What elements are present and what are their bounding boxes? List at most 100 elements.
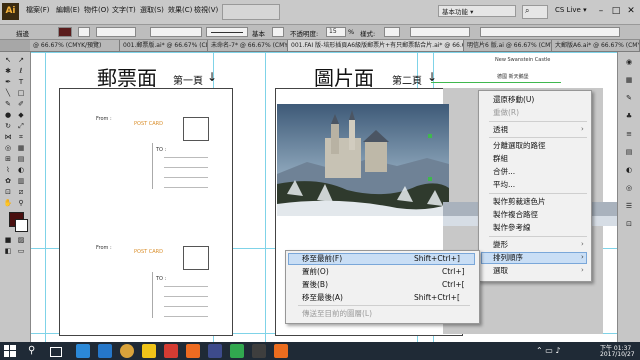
menu-item-group[interactable]: 群組 <box>493 153 508 164</box>
menu-item-release-path[interactable]: 分離選取的路徑 <box>493 140 546 151</box>
menu-item-clipping-mask[interactable]: 製作剪裁遮色片 <box>493 196 546 207</box>
tab-doc-4[interactable]: 001.FAI 版-培形插頁A6級版郵票片+有只郵票黏合片.ai* @ 66.6… <box>288 40 464 51</box>
shape-builder-icon[interactable]: ◎ <box>2 144 14 153</box>
align-controls[interactable] <box>410 27 470 37</box>
layers-panel-icon[interactable]: ☰ <box>623 202 635 211</box>
type-tool-icon[interactable]: T <box>15 78 27 87</box>
menu-view[interactable]: 檢視(V) <box>194 5 218 15</box>
tab-doc-5[interactable]: 明信片6 版.ai @ 66.67% (CMYK/預覽) <box>464 40 552 51</box>
slice-tool-icon[interactable]: ⧄ <box>15 188 27 197</box>
blend-tool-icon[interactable]: ◐ <box>15 166 27 175</box>
stroke-swatch[interactable] <box>78 27 90 37</box>
transparency-panel-icon[interactable]: ◐ <box>623 166 635 175</box>
style-swatch[interactable] <box>272 27 284 37</box>
gradient-tool-icon[interactable]: ▤ <box>15 155 27 164</box>
search-field[interactable]: ⌕ <box>522 5 548 19</box>
workspace-switcher[interactable]: 基本功能 ▾ <box>438 5 516 17</box>
scale-tool-icon[interactable]: ⤢ <box>15 122 27 131</box>
app-orange-icon[interactable] <box>274 344 288 358</box>
mesh-tool-icon[interactable]: ⊞ <box>2 155 14 164</box>
cs-live-button[interactable]: CS Live ▾ <box>555 6 587 14</box>
brush-field[interactable] <box>206 27 248 37</box>
minimize-button[interactable]: – <box>594 4 608 18</box>
screen-mode-icon[interactable]: ▭ <box>15 247 27 256</box>
rectangle-tool-icon[interactable]: □ <box>15 89 27 98</box>
menu-item-select[interactable]: 選取 <box>493 265 508 276</box>
stamp-artboard[interactable]: From : POST CARD TO : From : POST CARD T… <box>59 88 233 336</box>
menu-item-make-guides[interactable]: 製作參考線 <box>493 222 531 233</box>
appearance-panel-icon[interactable]: ◎ <box>623 184 635 193</box>
blob-brush-icon[interactable]: ● <box>2 111 14 120</box>
close-button[interactable]: ✕ <box>624 4 638 18</box>
tab-doc-6[interactable]: 大郵版A6.ai* @ 66.67% (CMYK/預覽) <box>552 40 640 51</box>
graph-tool-icon[interactable]: ▥ <box>15 177 27 186</box>
menu-item-transform[interactable]: 變形 <box>493 239 508 250</box>
artboard-tool-icon[interactable]: ⊡ <box>2 188 14 197</box>
rotate-tool-icon[interactable]: ↻ <box>2 122 14 131</box>
menu-item-average[interactable]: 平均... <box>493 179 515 190</box>
task-view-icon[interactable] <box>50 347 62 357</box>
eyedropper-icon[interactable]: ⌇ <box>2 166 14 175</box>
menu-item-send-backward[interactable]: 置後(B) <box>302 279 328 290</box>
edge-icon[interactable] <box>76 344 90 358</box>
menu-effect[interactable]: 效果(C) <box>168 5 192 15</box>
app-dark-icon[interactable] <box>252 344 266 358</box>
transform-controls[interactable] <box>480 27 620 37</box>
menu-object[interactable]: 物件(O) <box>84 5 109 15</box>
symbols-panel-icon[interactable]: ♣ <box>623 112 635 121</box>
pen-tool-icon[interactable]: ✒ <box>2 78 14 87</box>
app-red-icon[interactable] <box>164 344 178 358</box>
gradient-panel-icon[interactable]: ▤ <box>623 148 635 157</box>
menu-item-join[interactable]: 合併... <box>493 166 515 177</box>
artboards-panel-icon[interactable]: ⊡ <box>623 220 635 229</box>
app-green-icon[interactable] <box>230 344 244 358</box>
menu-item-perspective[interactable]: 透視 <box>493 124 508 135</box>
menu-select[interactable]: 選取(S) <box>140 5 164 15</box>
color-mode-icon[interactable]: ■ <box>2 236 14 245</box>
width-tool-icon[interactable]: ⋈ <box>2 133 14 142</box>
fill-swatch[interactable] <box>58 27 72 37</box>
menu-item-bring-to-front[interactable]: 移至最前(F) <box>302 253 342 264</box>
selection-handle[interactable] <box>428 177 432 181</box>
variable-width-field[interactable] <box>150 27 202 37</box>
perspective-grid-icon[interactable]: ▦ <box>15 144 27 153</box>
menu-item-bring-forward[interactable]: 置前(O) <box>302 266 329 277</box>
draw-mode-icon[interactable]: ◧ <box>2 247 14 256</box>
zoom-tool-icon[interactable]: ⚲ <box>15 199 27 208</box>
hand-tool-icon[interactable]: ✋ <box>2 199 14 208</box>
swatches-panel-icon[interactable]: ▦ <box>623 76 635 85</box>
tab-doc-1[interactable]: @ 66.67% (CMYK/預覽) <box>30 40 120 51</box>
tab-doc-3[interactable]: 未命名-7* @ 66.67% (CMYK/預覽) <box>208 40 288 51</box>
app-blue-icon[interactable] <box>208 344 222 358</box>
magic-wand-icon[interactable]: ✱ <box>2 67 14 76</box>
pencil-tool-icon[interactable]: ✐ <box>15 100 27 109</box>
menu-type[interactable]: 文字(T) <box>112 5 136 15</box>
menu-edit[interactable]: 編輯(E) <box>56 5 80 15</box>
chrome-icon[interactable] <box>120 344 134 358</box>
brushes-panel-icon[interactable]: ✎ <box>623 94 635 103</box>
menu-item-arrange[interactable]: 排列順序 <box>493 252 523 263</box>
illustrator-taskbar-icon[interactable] <box>186 344 200 358</box>
tray-icons[interactable]: ⌃ ▭ ♪ <box>536 346 560 355</box>
view-buttons[interactable] <box>222 4 280 20</box>
direct-selection-tool-icon[interactable]: ↗ <box>15 56 27 65</box>
stroke-weight-field[interactable] <box>96 27 136 37</box>
start-button-icon[interactable] <box>4 345 16 357</box>
menu-item-compound-path[interactable]: 製作複合路徑 <box>493 209 538 220</box>
color-panel-icon[interactable]: ◉ <box>623 58 635 67</box>
menu-item-send-to-back[interactable]: 移至最後(A) <box>302 292 343 303</box>
castle-photo[interactable] <box>277 104 449 216</box>
symbol-sprayer-icon[interactable]: ✿ <box>2 177 14 186</box>
brush-tool-icon[interactable]: ✎ <box>2 100 14 109</box>
graphic-style-field[interactable] <box>384 27 400 37</box>
eraser-tool-icon[interactable]: ◆ <box>15 111 27 120</box>
gradient-mode-icon[interactable]: ▨ <box>15 236 27 245</box>
explorer-icon[interactable] <box>142 344 156 358</box>
line-tool-icon[interactable]: ╲ <box>2 89 14 98</box>
opacity-field[interactable]: 15 <box>326 27 346 37</box>
menu-file[interactable]: 檔案(F) <box>26 5 50 15</box>
stroke-color-swatch[interactable] <box>15 219 28 232</box>
stroke-panel-icon[interactable]: ≡ <box>623 130 635 139</box>
search-taskbar-icon[interactable]: ⚲ <box>28 345 35 356</box>
selection-handle[interactable] <box>428 134 432 138</box>
